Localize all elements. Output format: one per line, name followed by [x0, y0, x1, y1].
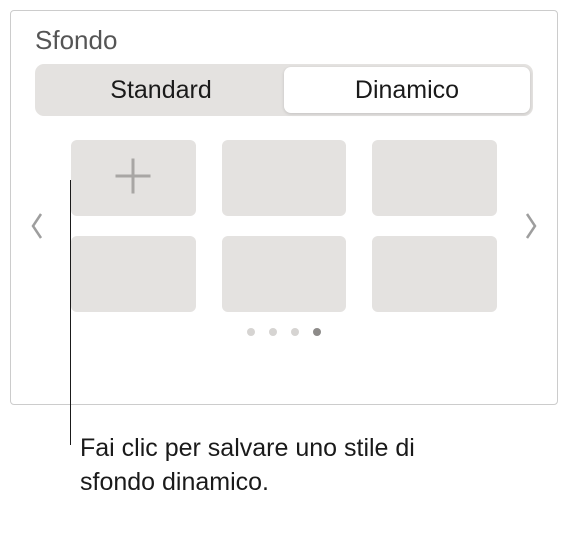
section-title: Sfondo	[11, 25, 557, 56]
callout-text: Fai clic per salvare uno stile di sfondo…	[80, 432, 420, 500]
background-panel: Sfondo Standard Dinamico	[10, 10, 558, 405]
page-dot[interactable]	[247, 328, 255, 336]
preset-slot[interactable]	[372, 140, 497, 216]
preset-slot[interactable]	[222, 140, 347, 216]
presets-grid	[55, 140, 513, 312]
plus-icon	[111, 154, 155, 203]
page-dot[interactable]	[291, 328, 299, 336]
callout-line	[70, 180, 71, 445]
chevron-right-icon[interactable]	[513, 166, 549, 286]
tab-dinamico[interactable]: Dinamico	[284, 67, 530, 113]
chevron-left-icon[interactable]	[19, 166, 55, 286]
page-dots	[11, 328, 557, 336]
add-preset-button[interactable]	[71, 140, 196, 216]
page-dot-active[interactable]	[313, 328, 321, 336]
preset-slot[interactable]	[71, 236, 196, 312]
presets-carousel	[11, 140, 557, 312]
tab-standard[interactable]: Standard	[38, 67, 284, 113]
preset-slot[interactable]	[222, 236, 347, 312]
page-dot[interactable]	[269, 328, 277, 336]
preset-slot[interactable]	[372, 236, 497, 312]
tab-segmented-control: Standard Dinamico	[35, 64, 533, 116]
